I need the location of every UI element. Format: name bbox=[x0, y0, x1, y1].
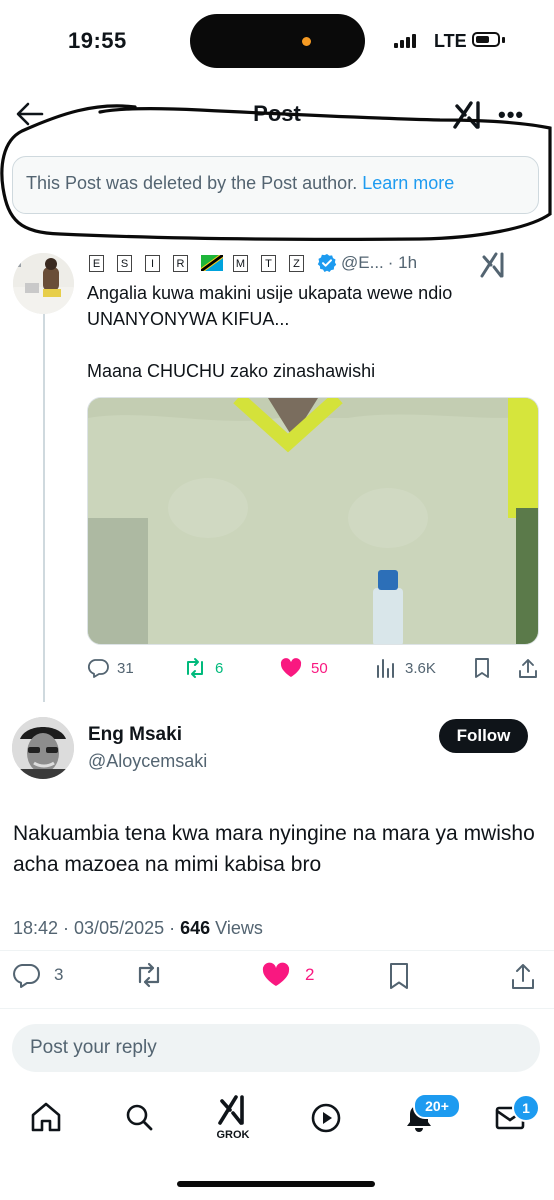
share-button[interactable] bbox=[510, 962, 536, 990]
repost-button[interactable]: 6 bbox=[183, 657, 223, 679]
reply-button[interactable]: 31 bbox=[87, 657, 134, 679]
share-icon bbox=[512, 964, 534, 989]
network-label: LTE bbox=[434, 31, 467, 51]
name-letter: S bbox=[117, 254, 132, 272]
author-name[interactable]: Eng Msaki bbox=[88, 724, 182, 746]
views-count: 3.6K bbox=[405, 659, 436, 677]
reply-author-row[interactable]: E S I R M T Z @E... · 1h bbox=[89, 253, 417, 273]
reply-button[interactable]: 3 bbox=[12, 962, 63, 988]
mic-indicator-icon bbox=[302, 37, 311, 46]
post-action-bar: 3 2 bbox=[12, 962, 542, 990]
post-datetime: 18:42 · 03/05/2025 · bbox=[13, 918, 181, 938]
author-handle[interactable]: @Aloycemsaki bbox=[88, 751, 207, 772]
grok-icon bbox=[218, 1095, 244, 1125]
divider bbox=[0, 1008, 554, 1009]
reply-count: 31 bbox=[117, 659, 134, 677]
reply-action-bar: 31 6 50 3.6K bbox=[87, 657, 542, 683]
follow-button[interactable]: Follow bbox=[439, 719, 528, 753]
like-button[interactable]: 2 bbox=[261, 962, 314, 988]
learn-more-link[interactable]: Learn more bbox=[362, 173, 454, 193]
name-letter: T bbox=[261, 254, 276, 272]
video-play-icon[interactable] bbox=[310, 1102, 342, 1134]
search-icon[interactable] bbox=[124, 1102, 154, 1132]
reply-input[interactable]: Post your reply bbox=[12, 1024, 540, 1072]
tanzania-flag-icon bbox=[201, 255, 223, 271]
post-text: Nakuambia tena kwa mara nyingine na mara… bbox=[13, 822, 535, 876]
heart-filled-icon bbox=[280, 658, 302, 677]
name-letter: M bbox=[233, 254, 248, 272]
like-count: 2 bbox=[305, 965, 315, 984]
views-label: Views bbox=[210, 918, 263, 938]
post-image[interactable] bbox=[87, 397, 539, 645]
share-icon bbox=[519, 659, 537, 678]
share-button[interactable] bbox=[517, 657, 539, 679]
post-meta: 18:42 · 03/05/2025 · 646 Views bbox=[13, 918, 263, 939]
thread-connector-line bbox=[43, 312, 45, 702]
notifications-badge: 20+ bbox=[413, 1093, 461, 1119]
status-time: 19:55 bbox=[68, 28, 127, 53]
name-letter: R bbox=[173, 254, 188, 272]
analytics-icon bbox=[377, 659, 394, 678]
views-count: 646 bbox=[180, 918, 211, 938]
reply-text: Angalia kuwa makini usije ukapata wewe n… bbox=[87, 280, 537, 384]
battery-cap bbox=[502, 37, 505, 43]
grok-label: GROK bbox=[216, 1129, 250, 1141]
comment-icon bbox=[13, 964, 40, 988]
battery-icon bbox=[472, 32, 500, 47]
repost-button[interactable] bbox=[134, 962, 164, 988]
comment-icon bbox=[87, 659, 109, 678]
grok-icon[interactable] bbox=[452, 100, 486, 130]
bookmark-icon bbox=[475, 658, 489, 678]
deleted-notice-text: This Post was deleted by the Post author… bbox=[26, 173, 358, 193]
grok-icon[interactable] bbox=[480, 252, 508, 278]
reply-text-line: Angalia kuwa makini usije ukapata wewe n… bbox=[87, 283, 453, 303]
more-options-icon[interactable]: ••• bbox=[498, 102, 524, 128]
avatar[interactable] bbox=[12, 717, 74, 779]
name-letter: Z bbox=[289, 254, 304, 272]
bookmark-icon bbox=[390, 963, 408, 989]
nav-grok[interactable]: GROK bbox=[212, 1094, 254, 1141]
reply-text-line: Maana CHUCHU zako zinashawishi bbox=[87, 361, 376, 381]
messages-badge: 1 bbox=[512, 1094, 540, 1122]
avatar[interactable] bbox=[13, 253, 74, 314]
home-icon[interactable] bbox=[30, 1102, 62, 1132]
bottom-nav: GROK 20+ 1 bbox=[0, 1090, 554, 1150]
reply-handle: @E... bbox=[341, 253, 384, 272]
bookmark-button[interactable] bbox=[471, 657, 493, 679]
home-indicator bbox=[177, 1181, 375, 1187]
like-button[interactable]: 50 bbox=[279, 657, 328, 679]
heart-filled-icon bbox=[262, 962, 290, 986]
views-button[interactable]: 3.6K bbox=[375, 657, 436, 679]
reply-count: 3 bbox=[54, 965, 64, 984]
signal-icon bbox=[394, 32, 416, 48]
bookmark-button[interactable] bbox=[386, 962, 412, 990]
like-count: 50 bbox=[311, 659, 328, 677]
name-letter: E bbox=[89, 254, 104, 272]
repost-count: 6 bbox=[215, 659, 224, 677]
reply-text-line: UNANYONYWA KIFUA... bbox=[87, 309, 290, 329]
reply-time: · 1h bbox=[387, 253, 418, 272]
repost-icon bbox=[138, 962, 160, 988]
repost-icon bbox=[187, 658, 203, 678]
verified-badge-icon bbox=[317, 254, 337, 272]
dynamic-island bbox=[190, 14, 365, 68]
divider bbox=[0, 950, 554, 951]
deleted-post-notice: This Post was deleted by the Post author… bbox=[12, 156, 539, 214]
name-letter: I bbox=[145, 254, 160, 272]
